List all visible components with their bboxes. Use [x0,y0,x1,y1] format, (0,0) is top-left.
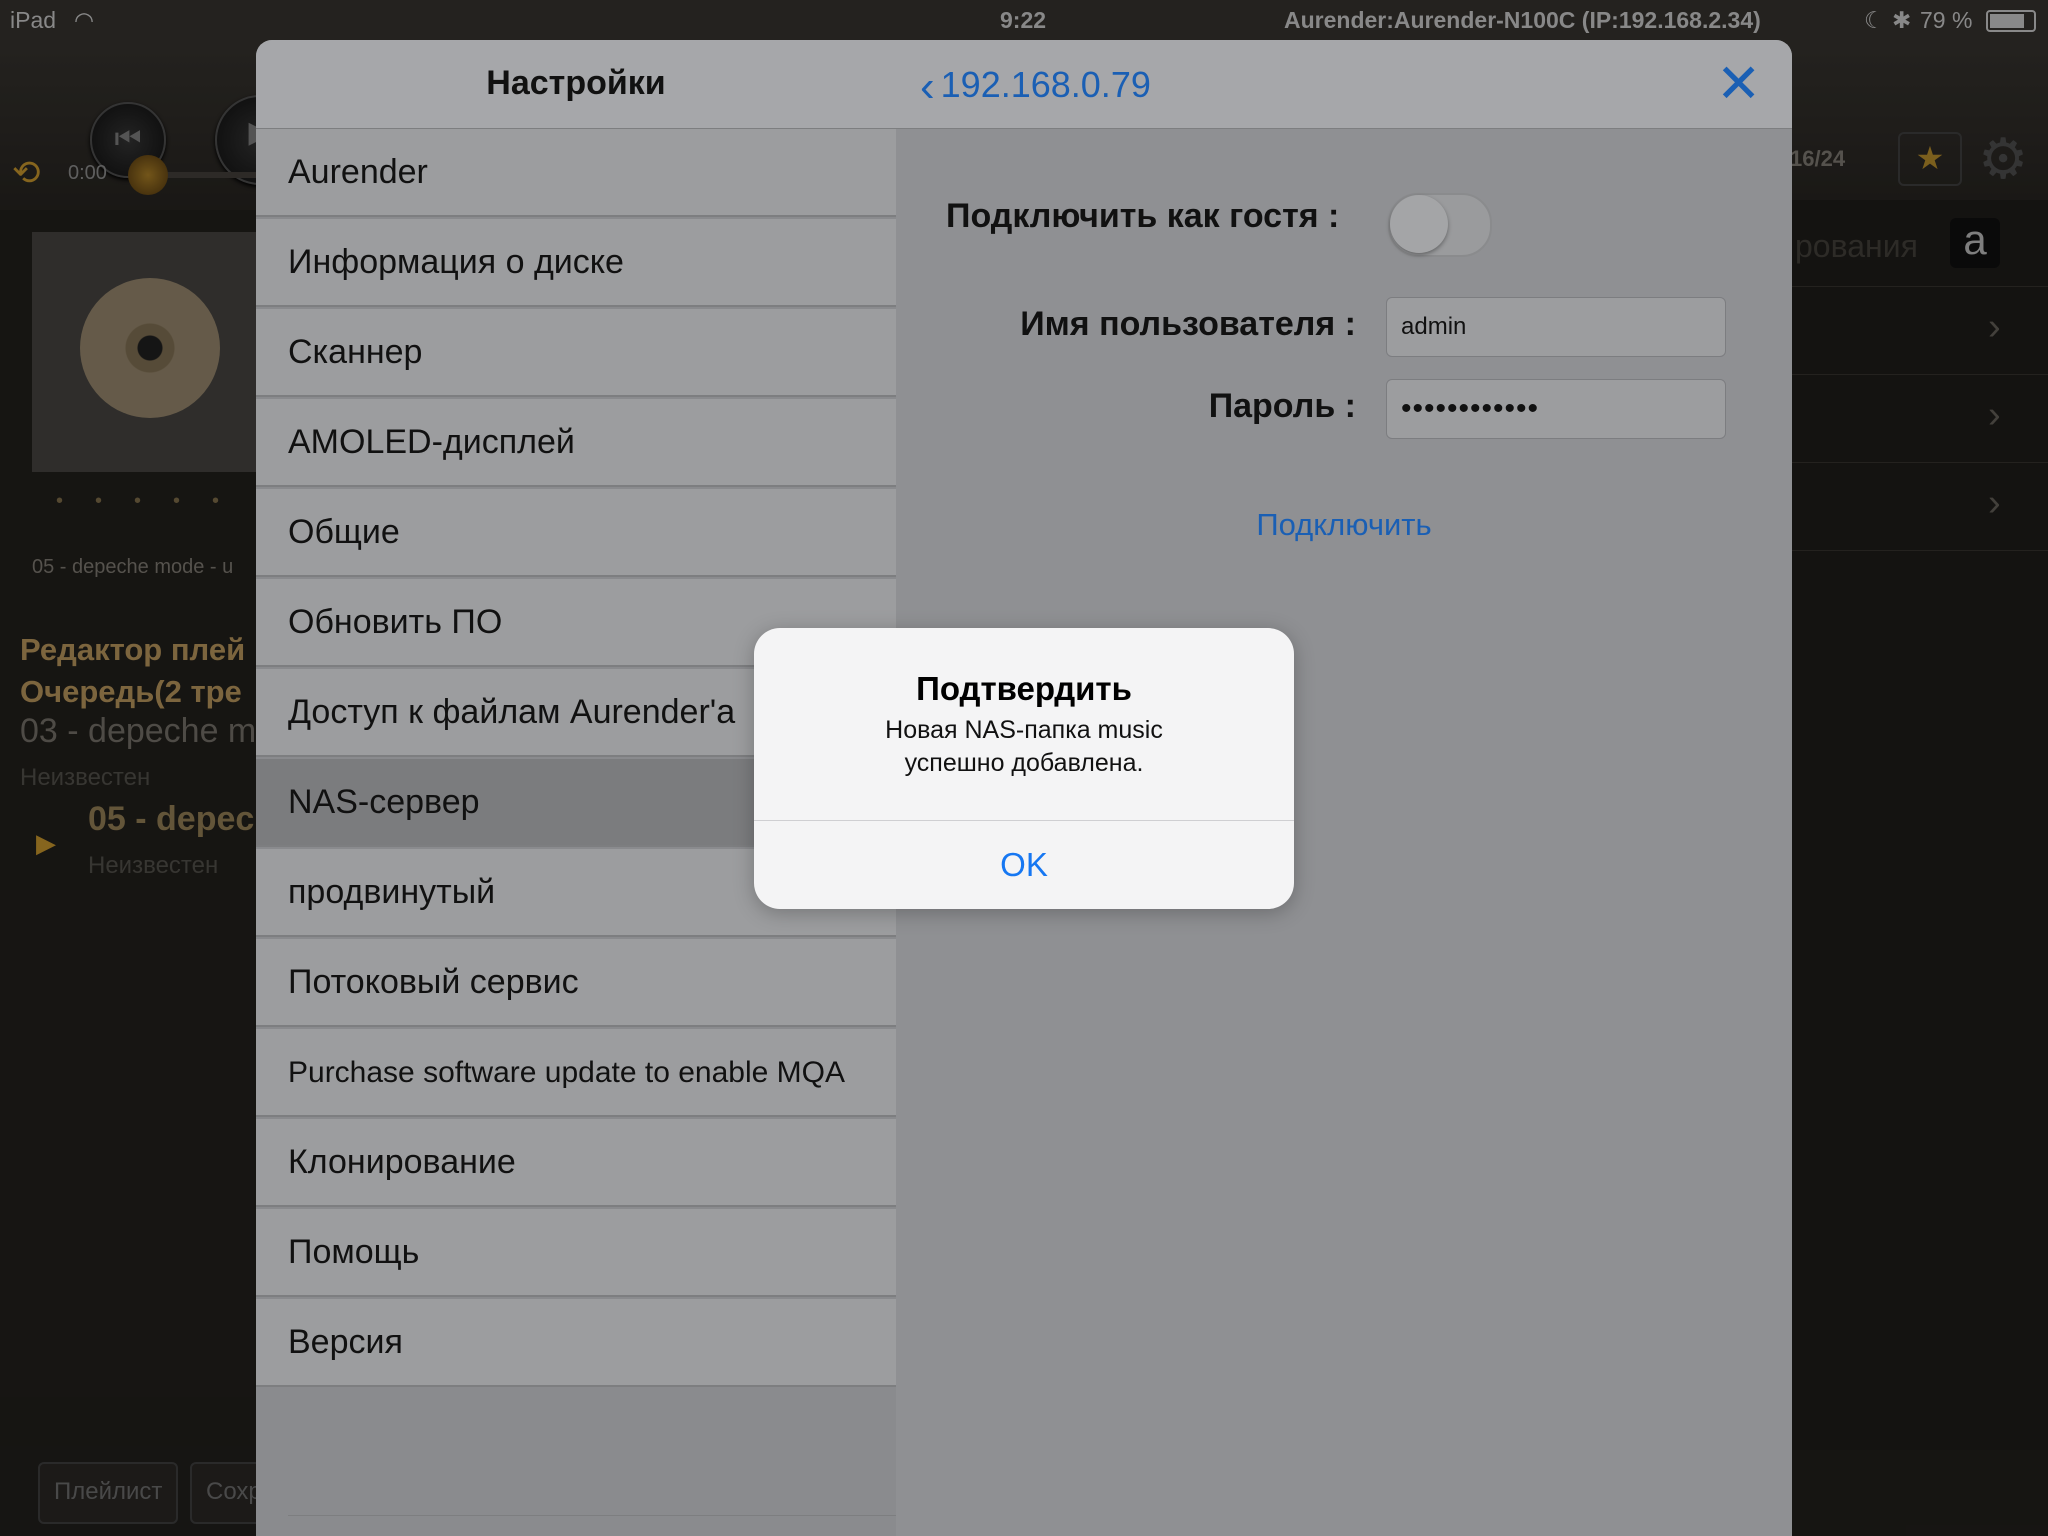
alert-title: Подтвердить [916,670,1132,707]
ok-button[interactable]: OK [754,821,1294,909]
menu-item-version[interactable]: Версия [256,1299,896,1387]
menu-item-label: Помощь [288,1233,420,1271]
menu-item-label: Общие [288,513,400,551]
settings-header: Настройки ‹ 192.168.0.79 ✕ [256,40,1792,129]
menu-item-label: AMOLED-дисплей [288,423,575,461]
menu-item-label: продвинутый [288,873,496,911]
menu-item-label: Сканнер [288,333,423,371]
back-button[interactable]: ‹ 192.168.0.79 [920,62,1151,112]
menu-item-mqa-purchase[interactable]: Purchase software update to enable MQA [256,1029,896,1117]
menu-item-amoled-display[interactable]: AMOLED-дисплей [256,399,896,487]
alert-message: Новая NAS-папка music успешно добавлена. [794,714,1254,780]
menu-item-label: Версия [288,1323,403,1361]
menu-item-cloning[interactable]: Клонирование [256,1119,896,1207]
settings-title: Настройки [486,64,666,102]
guest-login-toggle[interactable] [1388,193,1492,257]
alert-message-line: успешно добавлена. [904,749,1144,777]
divider [288,1515,896,1516]
menu-item-label: NAS-сервер [288,783,480,821]
connect-button[interactable]: Подключить [896,507,1792,543]
menu-item-label: Клонирование [288,1143,516,1181]
menu-item-scanner[interactable]: Сканнер [256,309,896,397]
menu-item-label: Purchase software update to enable MQA [288,1056,845,1089]
guest-login-label: Подключить как гостя : [946,197,1340,235]
toggle-knob [1390,195,1448,253]
close-icon[interactable]: ✕ [1716,54,1761,114]
menu-item-label: Доступ к файлам Aurender'a [288,693,736,731]
menu-item-label: Потоковый сервис [288,963,579,1001]
menu-item-help[interactable]: Помощь [256,1209,896,1297]
confirm-alert: Подтвердить Новая NAS-папка music успешн… [754,628,1294,909]
password-field[interactable]: •••••••••••• [1386,379,1726,439]
menu-item-streaming-service[interactable]: Потоковый сервис [256,939,896,1027]
menu-item-aurender[interactable]: Aurender [256,129,896,217]
chevron-left-icon: ‹ [920,62,935,111]
menu-item-label: Aurender [288,153,428,191]
menu-item-general[interactable]: Общие [256,489,896,577]
menu-item-label: Обновить ПО [288,603,503,641]
menu-item-disk-info[interactable]: Информация о диске [256,219,896,307]
menu-item-label: Информация о диске [288,243,624,281]
back-button-label: 192.168.0.79 [940,64,1151,105]
username-field[interactable]: admin [1386,297,1726,357]
alert-message-line: Новая NAS-папка music [885,716,1163,744]
username-label: Имя пользователя : [1020,305,1356,343]
password-label: Пароль : [1208,387,1356,425]
